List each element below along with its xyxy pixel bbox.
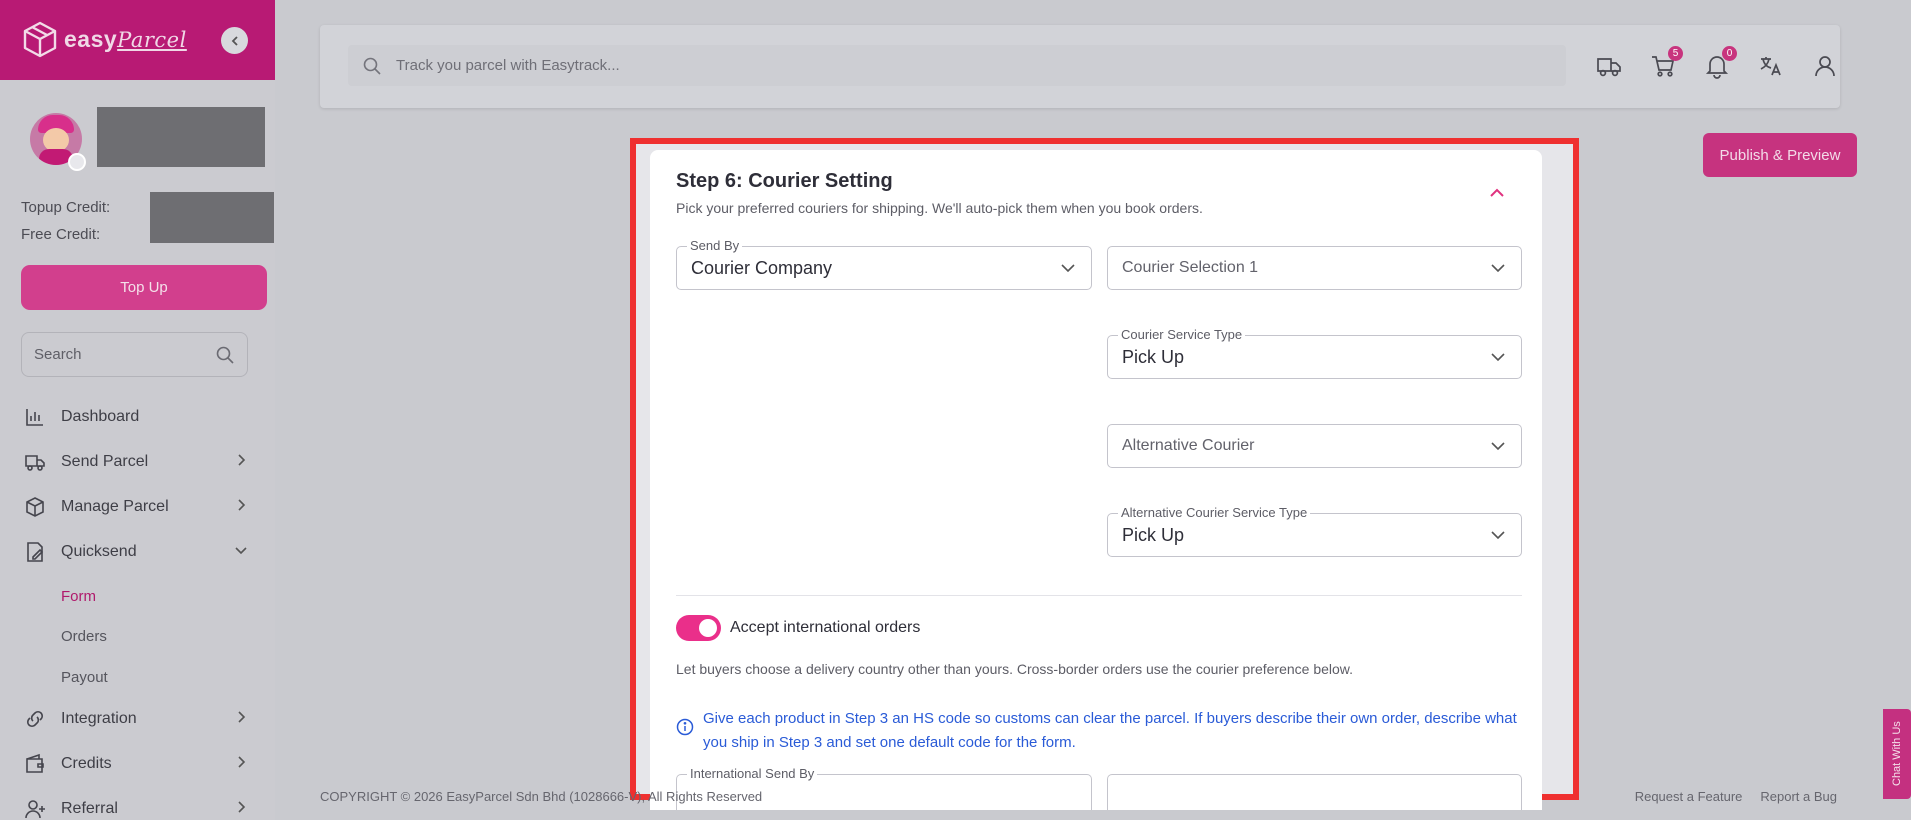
publish-preview-button[interactable]: Publish & Preview (1703, 133, 1857, 177)
courier-service-type-value: Pick Up (1122, 346, 1185, 367)
send-by-label: Send By (687, 238, 743, 253)
card-title: Step 6: Courier Setting (676, 170, 893, 192)
international-orders-label: Accept international orders (730, 619, 921, 636)
sidebar-item-label: Send Parcel (61, 453, 149, 470)
sidebar-item-integration[interactable]: Integration (24, 704, 249, 734)
chevron-up-icon (1490, 188, 1504, 197)
alternative-courier-placeholder: Alternative Courier (1122, 437, 1255, 454)
sidebar-item-dashboard[interactable]: Dashboard (24, 402, 249, 432)
top-bar: 5 0 (320, 25, 1840, 108)
country-flag-icon (68, 153, 86, 171)
easytrack-search[interactable] (348, 45, 1566, 86)
alt-courier-service-type-label: Alternative Courier Service Type (1118, 505, 1311, 520)
chevron-down-icon (1491, 442, 1505, 451)
box-icon (24, 496, 46, 518)
courier-setting-card: Step 6: Courier Setting Pick your prefer… (650, 150, 1542, 810)
international-send-by-label: International Send By (687, 766, 818, 781)
sidebar-search-input[interactable]: Search (21, 332, 248, 377)
cart-button[interactable]: 5 (1649, 46, 1683, 80)
account-button[interactable] (1811, 52, 1839, 80)
notifications-button[interactable]: 0 (1703, 46, 1737, 80)
sidebar-item-credits[interactable]: Credits (24, 749, 249, 779)
sidebar: easyParcel Topup Credit: Free Credit: To… (0, 0, 275, 820)
truck-icon (24, 451, 46, 473)
courier-selection-select[interactable]: Courier Selection 1 (1107, 246, 1522, 290)
easyparcel-logo[interactable]: easyParcel (22, 20, 187, 58)
chevron-down-icon (235, 547, 247, 555)
truck-icon (1597, 58, 1621, 77)
chevron-down-icon (1491, 264, 1505, 273)
alt-courier-service-type-select[interactable]: Alternative Courier Service Type Pick Up (1107, 505, 1522, 557)
cart-count-badge: 5 (1668, 46, 1683, 61)
send-by-value: Courier Company (691, 257, 833, 278)
international-courier-select[interactable] (1107, 774, 1522, 810)
chevron-right-icon (238, 499, 246, 511)
search-icon (363, 57, 381, 75)
free-credit-label: Free Credit: (21, 226, 101, 243)
wallet-icon (24, 753, 46, 775)
sidebar-item-label: Quicksend (61, 543, 137, 560)
sidebar-item-quicksend[interactable]: Quicksend (24, 537, 249, 567)
chevron-right-icon (238, 454, 246, 466)
chart-icon (24, 406, 46, 428)
hs-code-info-text: Give each product in Step 3 an HS code s… (703, 710, 1517, 751)
sidebar-item-label: Manage Parcel (61, 498, 169, 515)
card-subtitle: Pick your preferred couriers for shippin… (676, 200, 1203, 216)
sidebar-item-label: Integration (61, 710, 137, 727)
chevron-down-icon (1491, 353, 1505, 362)
chevron-right-icon (238, 711, 246, 723)
chevron-right-icon (238, 801, 246, 813)
language-button[interactable] (1757, 52, 1785, 80)
footer-links: Request a Feature Report a Bug (1635, 789, 1837, 804)
brand-header: easyParcel (0, 0, 275, 80)
courier-service-type-label: Courier Service Type (1118, 327, 1246, 342)
edit-icon (24, 541, 46, 563)
collapse-section-button[interactable] (1488, 184, 1506, 207)
sidebar-item-label: Credits (61, 755, 112, 772)
alt-courier-service-type-value: Pick Up (1122, 524, 1185, 545)
sidebar-item-manage-parcel[interactable]: Manage Parcel (24, 492, 249, 522)
shipment-button[interactable] (1595, 52, 1623, 80)
collapse-sidebar-button[interactable] (221, 27, 248, 54)
sidebar-subitem-orders[interactable]: Orders (61, 628, 107, 645)
chevron-down-icon (1491, 531, 1505, 540)
redacted-credit-values (150, 192, 274, 243)
translate-icon (1760, 57, 1781, 76)
notification-count-badge: 0 (1722, 46, 1737, 61)
sidebar-search-placeholder: Search (34, 346, 82, 363)
box-logo-icon (23, 21, 57, 58)
chevron-right-icon (238, 756, 246, 768)
top-up-button[interactable]: Top Up (21, 265, 267, 310)
logo-wordmark: easyParcel (64, 25, 187, 52)
international-orders-toggle[interactable] (676, 615, 721, 641)
sidebar-item-label: Referral (61, 800, 118, 817)
search-icon (216, 346, 234, 364)
report-bug-link[interactable]: Report a Bug (1760, 789, 1837, 804)
chevron-down-icon (1061, 264, 1075, 273)
international-orders-description: Let buyers choose a delivery country oth… (676, 661, 1354, 677)
profile (30, 113, 86, 171)
user-plus-icon (24, 798, 46, 820)
chevron-left-icon (231, 35, 238, 46)
alternative-courier-select[interactable]: Alternative Courier (1107, 424, 1522, 468)
request-feature-link[interactable]: Request a Feature (1635, 789, 1743, 804)
redacted-profile-info (97, 107, 265, 167)
copyright-text: COPYRIGHT © 2026 EasyParcel Sdn Bhd (102… (320, 789, 763, 804)
sidebar-item-send-parcel[interactable]: Send Parcel (24, 447, 249, 477)
sidebar-subitem-form[interactable]: Form (61, 588, 96, 605)
courier-service-type-select[interactable]: Courier Service Type Pick Up (1107, 327, 1522, 379)
send-by-select[interactable]: Send By Courier Company (676, 238, 1092, 290)
chat-with-us-tab[interactable]: Chat With Us (1883, 709, 1911, 799)
courier-selection-placeholder: Courier Selection 1 (1122, 259, 1259, 276)
user-icon (1815, 56, 1835, 77)
sidebar-subitem-payout[interactable]: Payout (61, 669, 108, 686)
easytrack-search-input[interactable] (396, 57, 996, 74)
info-icon (676, 718, 694, 741)
sidebar-item-label: Dashboard (61, 408, 140, 425)
sidebar-item-referral[interactable]: Referral (24, 794, 249, 820)
link-icon (24, 708, 46, 730)
section-divider (676, 595, 1522, 596)
topup-credit-label: Topup Credit: (21, 199, 111, 216)
